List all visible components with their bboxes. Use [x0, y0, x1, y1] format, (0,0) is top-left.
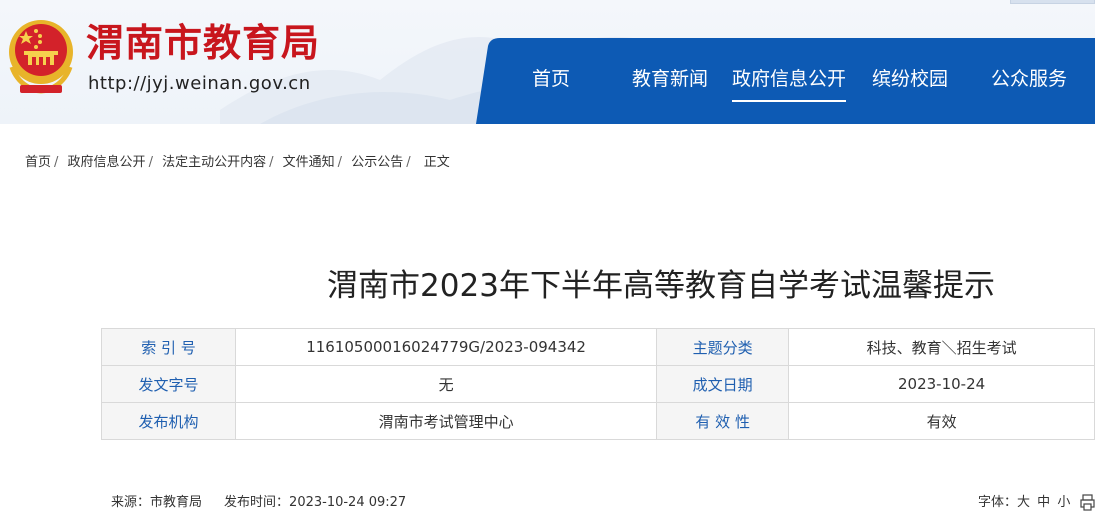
breadcrumb-separator: / — [54, 155, 59, 170]
print-icon[interactable] — [1080, 492, 1095, 512]
publish-time-value: 2023-10-24 09:27 — [289, 495, 407, 510]
index-number-value: 11610500016024779G/2023-094342 — [234, 328, 658, 366]
subject-category-value: 科技、教育＼招生考试 — [788, 328, 1095, 366]
document-number-label: 发文字号 — [101, 365, 236, 403]
source-value: 市教育局 — [150, 495, 203, 510]
written-date-label: 成文日期 — [656, 365, 790, 403]
written-date-value: 2023-10-24 — [788, 365, 1095, 403]
validity-value: 有效 — [788, 402, 1095, 440]
index-number-label: 索 引 号 — [101, 328, 236, 366]
breadcrumb-home[interactable]: 首页 — [25, 154, 51, 172]
main-nav: 首页 教育新闻 政府信息公开 缤纷校园 公众服务 — [476, 38, 1095, 124]
site-title[interactable]: 渭南市教育局 — [86, 20, 320, 66]
table-row: 发布机构 渭南市考试管理中心 有 效 性 有效 — [101, 402, 1095, 440]
breadcrumb-separator: / — [337, 155, 343, 170]
nav-item-campus[interactable]: 缤纷校园 — [872, 66, 948, 92]
breadcrumb-separator: / — [148, 155, 153, 170]
table-row: 发文字号 无 成文日期 2023-10-24 — [101, 365, 1095, 403]
publisher-value: 渭南市考试管理中心 — [234, 402, 658, 440]
document-number-value: 无 — [234, 365, 658, 403]
nav-item-education-news[interactable]: 教育新闻 — [632, 66, 708, 92]
source-label: 来源： — [111, 495, 151, 510]
breadcrumb: 首页 / 政府信息公开 / 法定主动公开内容 / 文件通知 / 公示公告 / 正文 — [25, 154, 450, 172]
top-strip — [1010, 0, 1095, 4]
article-meta: 来源：市教育局 发布时间：2023-10-24 09:27 — [111, 494, 406, 512]
breadcrumb-current: 正文 — [423, 155, 450, 170]
breadcrumb-gov-info[interactable]: 政府信息公开 — [68, 154, 146, 172]
font-size-label: 字体： — [978, 495, 1018, 510]
font-size-small[interactable]: 小 — [1057, 494, 1070, 512]
breadcrumb-separator: / — [406, 155, 411, 170]
breadcrumb-notices[interactable]: 文件通知 — [283, 154, 335, 172]
table-row: 索 引 号 11610500016024779G/2023-094342 主题分… — [101, 328, 1095, 366]
breadcrumb-statutory[interactable]: 法定主动公开内容 — [162, 154, 266, 172]
font-size-large[interactable]: 大 — [1017, 494, 1030, 512]
breadcrumb-announcements[interactable]: 公示公告 — [351, 154, 403, 172]
national-emblem-icon — [9, 20, 73, 94]
nav-item-gov-info[interactable]: 政府信息公开 — [732, 66, 847, 102]
breadcrumb-separator: / — [269, 155, 274, 170]
nav-item-home[interactable]: 首页 — [532, 66, 570, 92]
font-size-control: 字体：大 中 小 — [978, 494, 1070, 512]
document-info-table: 索 引 号 11610500016024779G/2023-094342 主题分… — [101, 328, 1095, 440]
font-size-medium[interactable]: 中 — [1037, 494, 1050, 512]
article-title: 渭南市2023年下半年高等教育自学考试温馨提示 — [327, 268, 995, 304]
publisher-label: 发布机构 — [101, 402, 236, 440]
subject-category-label: 主题分类 — [656, 328, 790, 366]
site-url: http://jyj.weinan.gov.cn — [88, 73, 311, 94]
validity-label: 有 效 性 — [656, 402, 790, 440]
nav-item-public-service[interactable]: 公众服务 — [991, 66, 1067, 92]
publish-time-label: 发布时间： — [224, 495, 290, 510]
